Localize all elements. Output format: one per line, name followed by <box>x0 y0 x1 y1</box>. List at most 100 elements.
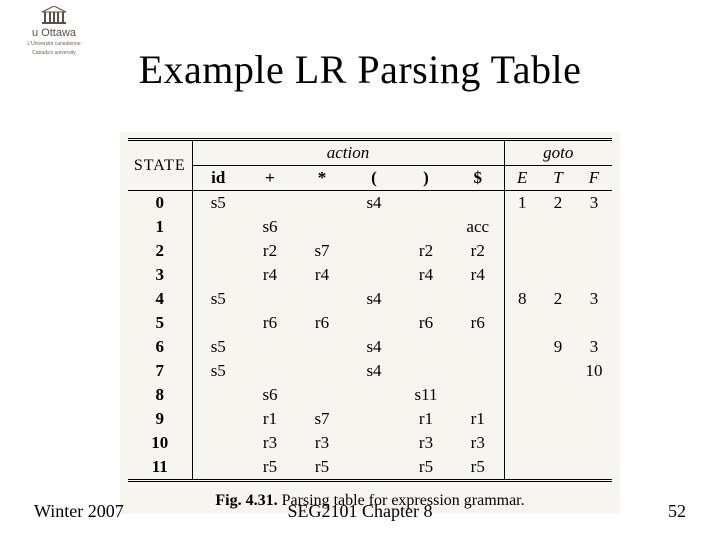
action-cell: s4 <box>348 335 400 359</box>
action-cell <box>400 335 452 359</box>
action-cell <box>348 383 400 407</box>
goto-cell <box>504 263 540 287</box>
goto-cell: 2 <box>540 287 576 311</box>
state-cell: 11 <box>128 455 192 481</box>
action-col-header: * <box>296 166 348 191</box>
action-cell <box>296 191 348 216</box>
goto-cell <box>540 263 576 287</box>
table-row: 9r1s7r1r1 <box>128 407 612 431</box>
goto-cell <box>504 455 540 481</box>
goto-col-header: F <box>576 166 612 191</box>
action-cell: s11 <box>400 383 452 407</box>
goto-cell: 3 <box>576 287 612 311</box>
action-cell: s6 <box>244 383 296 407</box>
action-cell: r1 <box>400 407 452 431</box>
action-cell: r4 <box>244 263 296 287</box>
action-cell <box>348 311 400 335</box>
goto-cell <box>540 455 576 481</box>
action-cell: s7 <box>296 239 348 263</box>
state-cell: 0 <box>128 191 192 216</box>
table-row: 1s6acc <box>128 215 612 239</box>
goto-cell: 2 <box>540 191 576 216</box>
action-cell: r1 <box>452 407 504 431</box>
table-row: 10r3r3r3r3 <box>128 431 612 455</box>
goto-cell <box>504 359 540 383</box>
action-cell <box>244 287 296 311</box>
table-row: 6s5s493 <box>128 335 612 359</box>
state-cell: 10 <box>128 431 192 455</box>
goto-cell: 3 <box>576 191 612 216</box>
action-cell: r4 <box>452 263 504 287</box>
action-col-header: id <box>192 166 244 191</box>
action-cell: r2 <box>244 239 296 263</box>
action-cell <box>192 383 244 407</box>
action-cell: r6 <box>244 311 296 335</box>
action-cell: r5 <box>452 455 504 481</box>
action-cell <box>348 263 400 287</box>
action-cell <box>348 431 400 455</box>
table-row: 2r2s7r2r2 <box>128 239 612 263</box>
state-cell: 2 <box>128 239 192 263</box>
goto-cell <box>540 359 576 383</box>
goto-cell: 9 <box>540 335 576 359</box>
action-cell <box>192 455 244 481</box>
goto-cell <box>540 215 576 239</box>
action-cell <box>192 239 244 263</box>
goto-cell: 10 <box>576 359 612 383</box>
state-cell: 3 <box>128 263 192 287</box>
goto-cell <box>540 407 576 431</box>
action-cell <box>452 191 504 216</box>
action-cell: r3 <box>452 431 504 455</box>
action-cell <box>192 263 244 287</box>
action-cell: s5 <box>192 287 244 311</box>
action-cell <box>452 359 504 383</box>
goto-col-header: T <box>540 166 576 191</box>
action-cell <box>296 383 348 407</box>
goto-cell <box>576 455 612 481</box>
action-cell: acc <box>452 215 504 239</box>
goto-cell <box>576 215 612 239</box>
goto-cell <box>576 431 612 455</box>
action-col-header: ( <box>348 166 400 191</box>
goto-cell <box>504 239 540 263</box>
parsing-table: STATE action goto id+*()$ETF 0s5s41231s6… <box>128 138 612 482</box>
action-cell <box>400 287 452 311</box>
action-cell: r3 <box>244 431 296 455</box>
action-cell <box>192 311 244 335</box>
action-cell <box>400 191 452 216</box>
goto-cell: 1 <box>504 191 540 216</box>
footer-center: SEG2101 Chapter 8 <box>0 501 720 522</box>
state-cell: 9 <box>128 407 192 431</box>
goto-cell <box>576 407 612 431</box>
goto-cell <box>504 407 540 431</box>
goto-col-header: E <box>504 166 540 191</box>
action-cell: r2 <box>452 239 504 263</box>
footer-page-number: 52 <box>668 501 686 522</box>
goto-cell <box>576 311 612 335</box>
slide-title: Example LR Parsing Table <box>0 46 720 93</box>
action-cell <box>348 455 400 481</box>
action-cell <box>296 287 348 311</box>
goto-header: goto <box>543 143 573 162</box>
building-icon <box>40 6 68 26</box>
goto-cell <box>576 263 612 287</box>
goto-cell <box>504 383 540 407</box>
action-cell: s5 <box>192 359 244 383</box>
table-row: 4s5s4823 <box>128 287 612 311</box>
goto-cell <box>576 239 612 263</box>
action-cell <box>400 215 452 239</box>
action-cell <box>244 335 296 359</box>
goto-cell: 3 <box>576 335 612 359</box>
table-row: 8s6s11 <box>128 383 612 407</box>
action-cell <box>244 191 296 216</box>
action-cell <box>296 359 348 383</box>
action-cell: r5 <box>400 455 452 481</box>
state-cell: 7 <box>128 359 192 383</box>
action-cell: s5 <box>192 335 244 359</box>
action-cell: r4 <box>400 263 452 287</box>
table-row: 11r5r5r5r5 <box>128 455 612 481</box>
state-header: STATE <box>134 157 186 174</box>
action-cell <box>296 215 348 239</box>
slide-footer: Winter 2007 SEG2101 Chapter 8 52 <box>0 498 720 522</box>
action-cell: s4 <box>348 359 400 383</box>
